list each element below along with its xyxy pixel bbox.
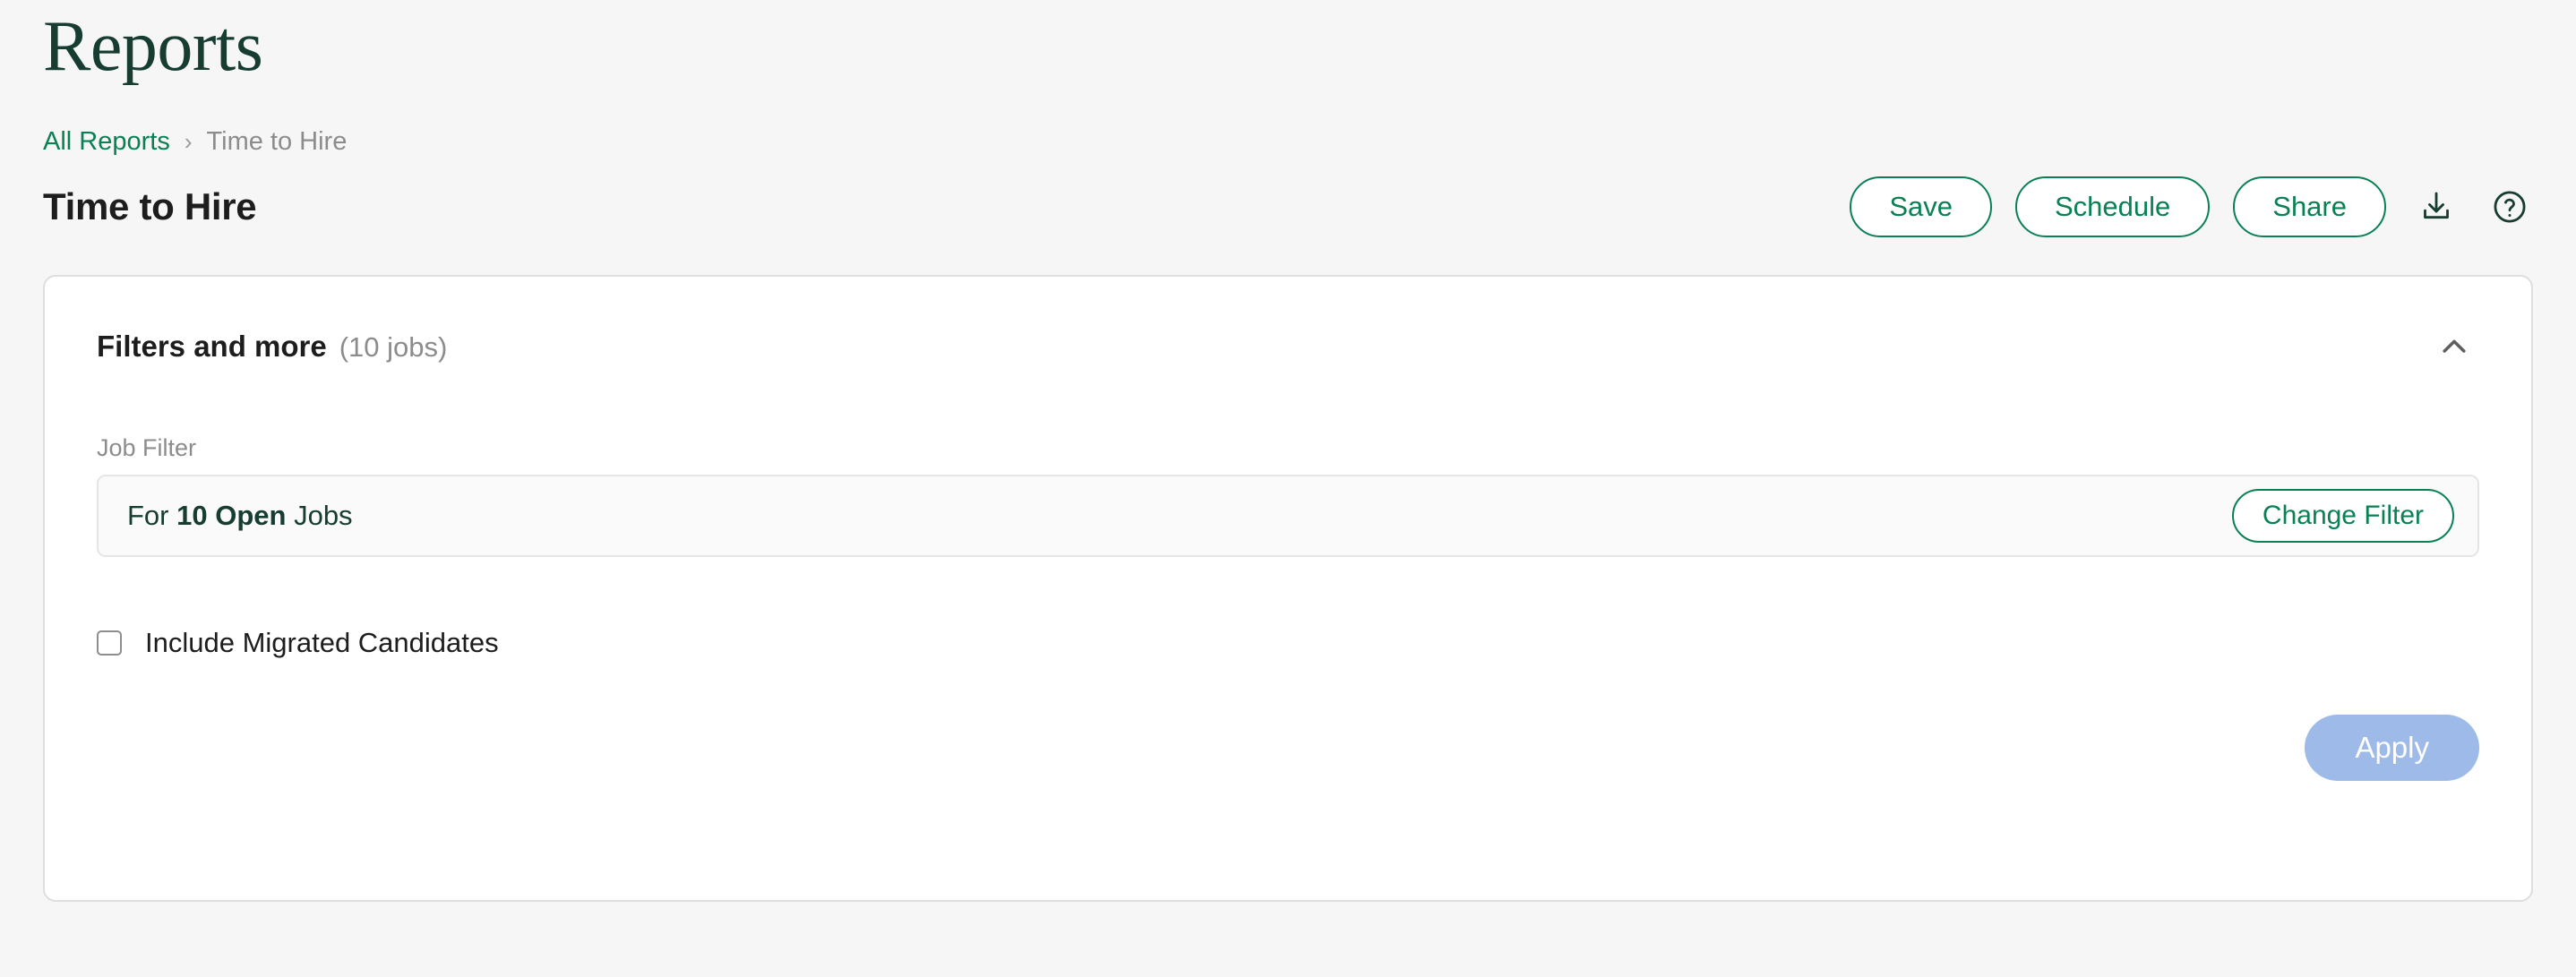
help-circle-icon bbox=[2494, 191, 2526, 223]
breadcrumb-current: Time to Hire bbox=[206, 127, 348, 156]
download-icon bbox=[2424, 192, 2449, 219]
filters-card-title-group: Filters and more (10 jobs) bbox=[97, 330, 447, 364]
job-filter-count: 10 Open bbox=[176, 499, 287, 531]
job-filter-suffix: Jobs bbox=[294, 499, 353, 531]
apply-button[interactable]: Apply bbox=[2305, 714, 2479, 781]
chevron-right-icon: › bbox=[184, 127, 193, 155]
schedule-button[interactable]: Schedule bbox=[2014, 176, 2211, 237]
job-filter-summary: For 10 Open Jobs bbox=[127, 500, 353, 532]
download-button[interactable] bbox=[2413, 184, 2460, 230]
breadcrumb-link-all-reports[interactable]: All Reports bbox=[43, 127, 170, 157]
page-title: Reports bbox=[43, 7, 263, 86]
job-filter-label: Job Filter bbox=[97, 433, 197, 461]
include-migrated-candidates-label[interactable]: Include Migrated Candidates bbox=[145, 627, 499, 659]
include-migrated-candidates-row: Include Migrated Candidates bbox=[97, 627, 2479, 659]
help-button[interactable] bbox=[2486, 184, 2533, 230]
reports-page: Reports All Reports › Time to Hire Time … bbox=[0, 0, 2576, 977]
report-title: Time to Hire bbox=[43, 184, 257, 227]
collapse-filters-button[interactable] bbox=[2429, 321, 2479, 372]
save-button[interactable]: Save bbox=[1850, 176, 1992, 237]
include-migrated-candidates-checkbox[interactable] bbox=[97, 630, 122, 656]
change-filter-button[interactable]: Change Filter bbox=[2231, 488, 2454, 543]
chevron-up-icon bbox=[2443, 339, 2466, 353]
filters-card-title: Filters and more bbox=[97, 329, 327, 363]
filters-card-header: Filters and more (10 jobs) bbox=[97, 277, 2479, 372]
report-header: Time to Hire Save Schedule Share bbox=[43, 176, 2533, 237]
job-filter-prefix: For bbox=[127, 499, 169, 531]
header-actions: Save Schedule Share bbox=[1850, 176, 2533, 237]
breadcrumb: All Reports › Time to Hire bbox=[43, 127, 2533, 157]
filters-card: Filters and more (10 jobs) Job Filter Fo… bbox=[43, 274, 2533, 902]
filters-card-subtitle: (10 jobs) bbox=[339, 330, 448, 363]
share-button[interactable]: Share bbox=[2233, 176, 2386, 237]
apply-button-wrap: Apply bbox=[97, 714, 2479, 781]
job-filter-row: For 10 Open Jobs Change Filter bbox=[97, 474, 2479, 557]
